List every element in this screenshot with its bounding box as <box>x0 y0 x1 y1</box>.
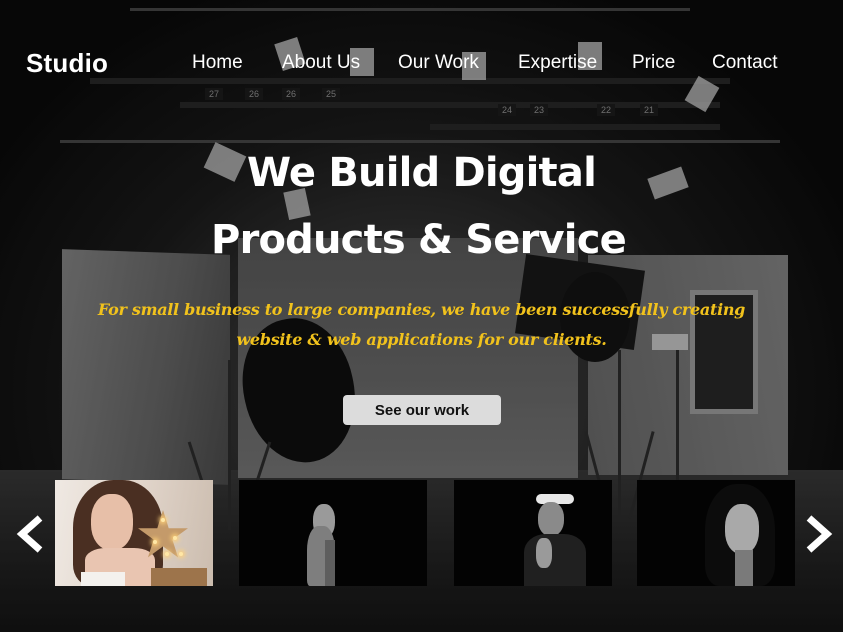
nav-item-our-work[interactable]: Our Work <box>398 52 479 74</box>
nav-item-price[interactable]: Price <box>632 52 675 74</box>
gallery-photo-1[interactable] <box>55 480 213 586</box>
hero-title-line-1: We Build Digital <box>247 150 597 196</box>
hero-title-line-2: Products & Service <box>211 217 627 263</box>
hero-subtitle-line-1: For small business to large companies, w… <box>97 300 746 319</box>
chevron-left-icon[interactable] <box>10 514 50 554</box>
nav-item-about-us[interactable]: About Us <box>282 52 360 74</box>
nav-item-expertise[interactable]: Expertise <box>518 52 597 74</box>
nav-item-home[interactable]: Home <box>192 52 243 74</box>
gallery-photo-3[interactable] <box>454 480 612 586</box>
hero-subtitle-line-2: website & web applications for our clien… <box>236 330 607 349</box>
main-nav: Home About Us Our Work Expertise Price C… <box>0 52 843 78</box>
nav-item-contact[interactable]: Contact <box>712 52 777 74</box>
gallery-photo-4[interactable] <box>637 480 795 586</box>
gallery-photo-2[interactable] <box>239 480 427 586</box>
chevron-right-icon[interactable] <box>799 514 839 554</box>
see-our-work-button[interactable]: See our work <box>343 395 501 425</box>
